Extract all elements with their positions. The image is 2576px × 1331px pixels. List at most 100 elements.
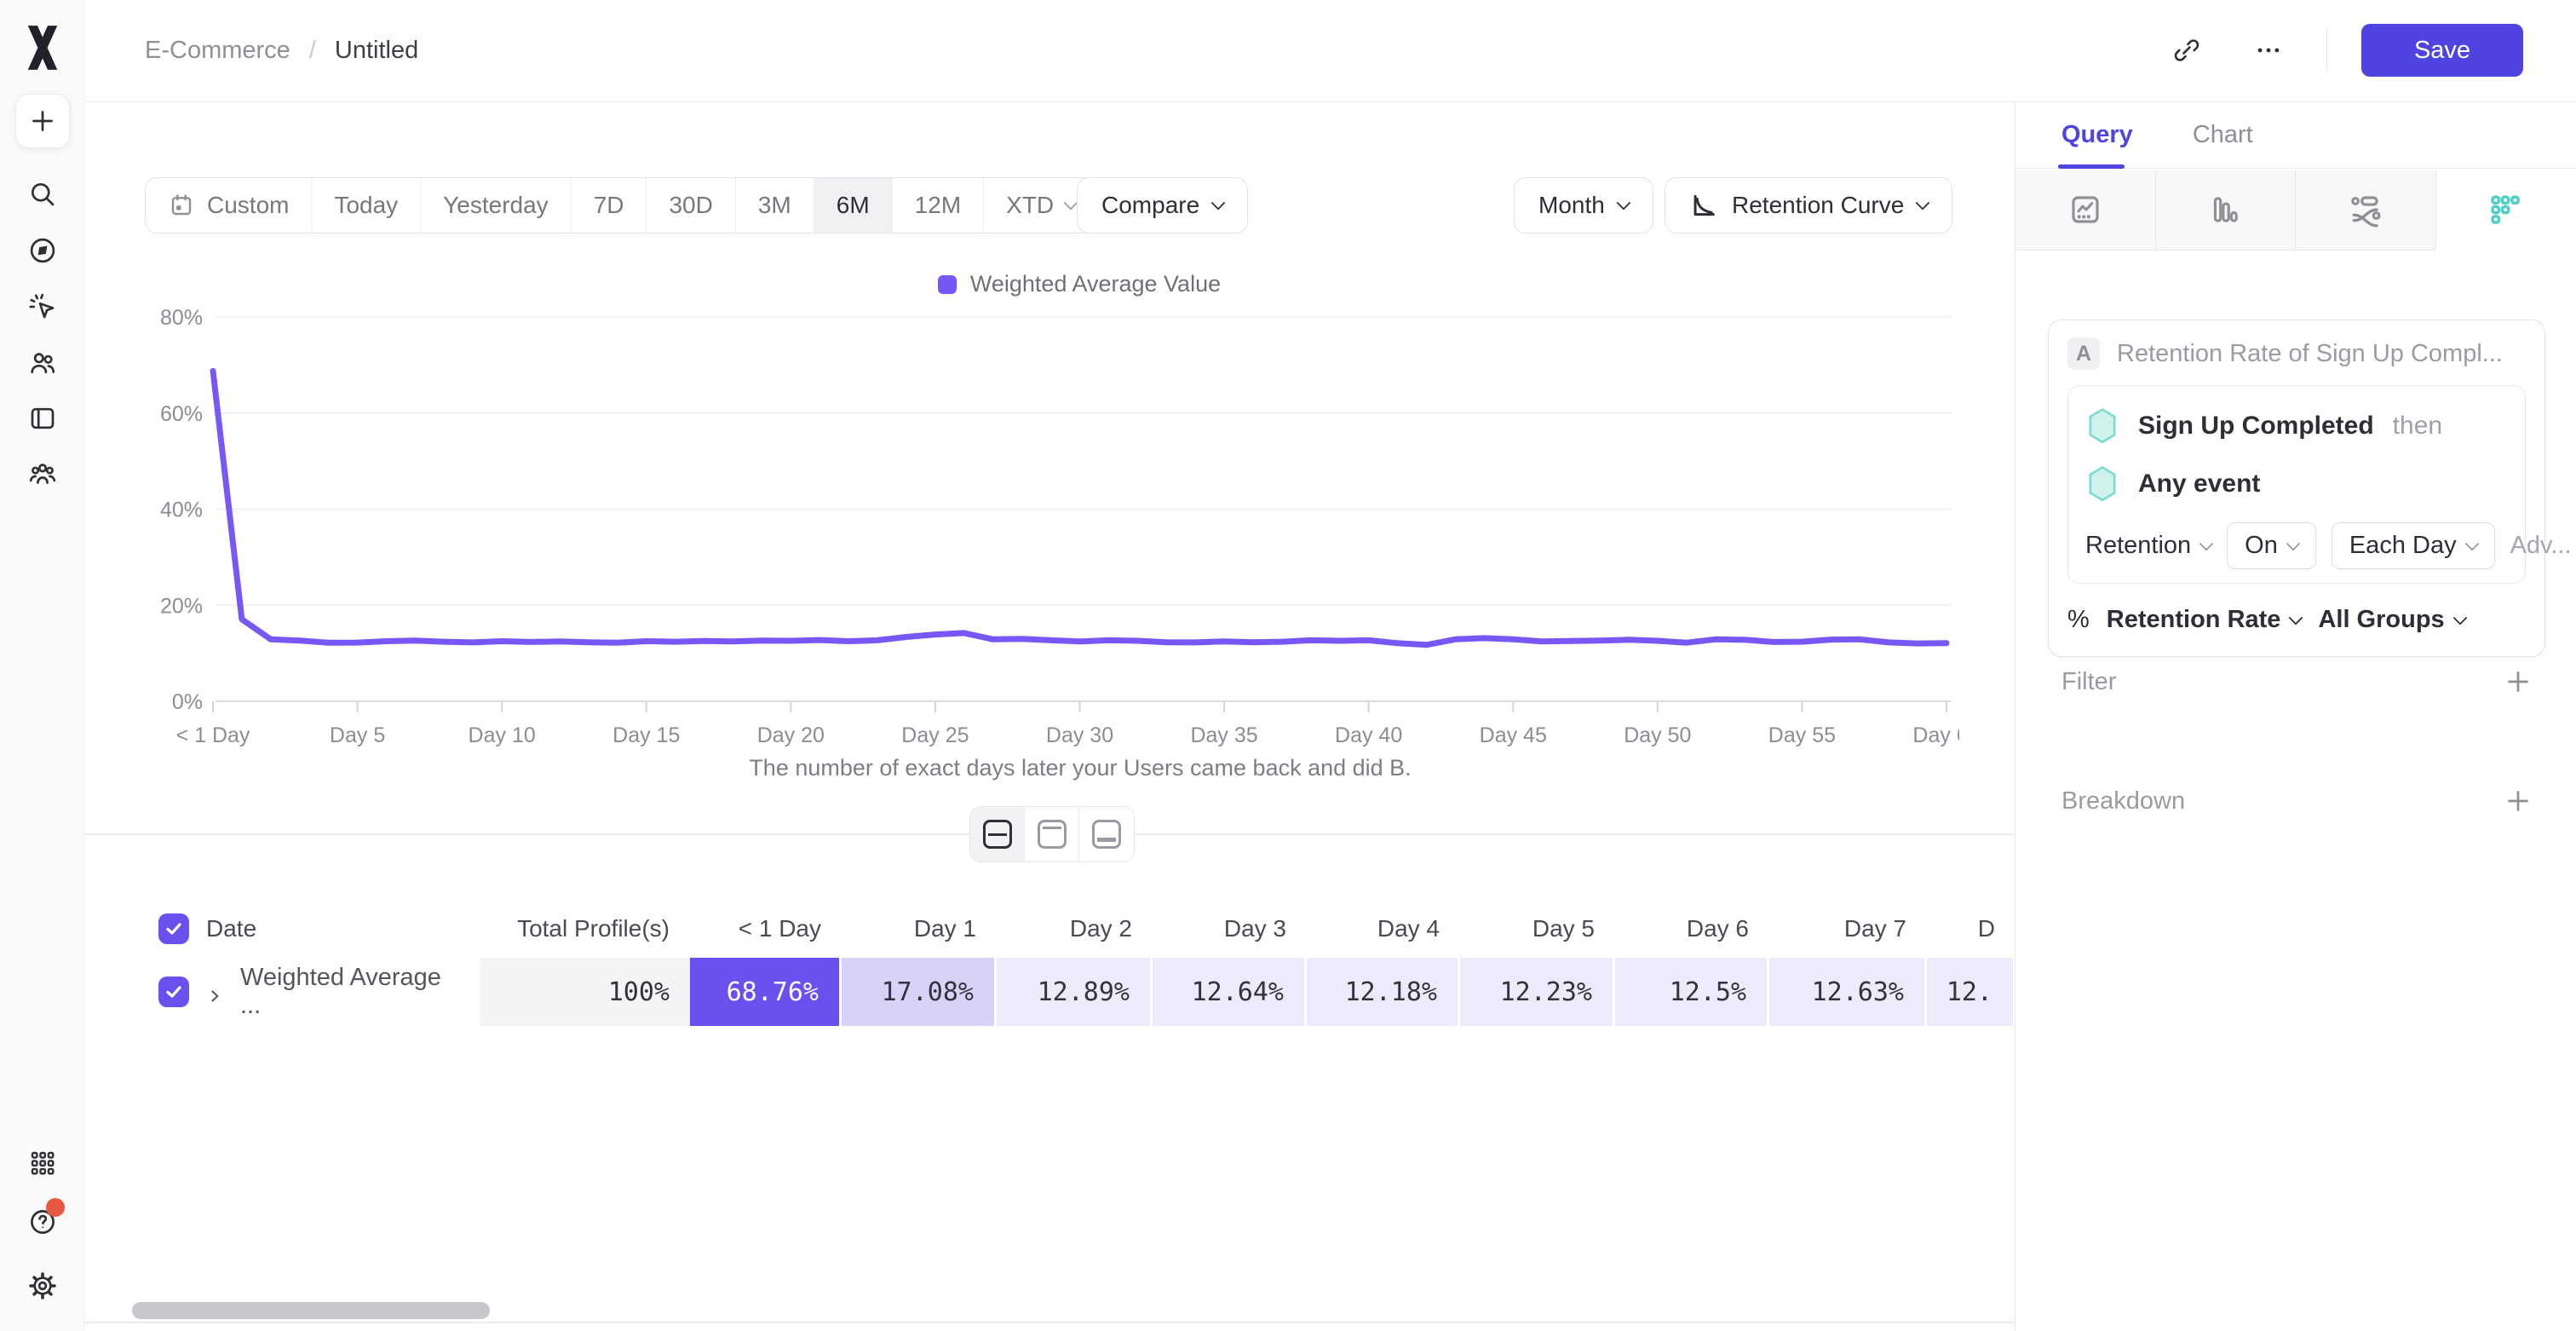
col-header-day-7: Day 7 bbox=[1769, 900, 1927, 958]
more-options-icon[interactable] bbox=[2245, 26, 2292, 74]
measure-dropdown[interactable]: Retention Rate bbox=[2107, 606, 2302, 634]
range-30d[interactable]: 30D bbox=[647, 178, 735, 233]
sidebar-group-icon[interactable] bbox=[15, 447, 70, 501]
return-event-row[interactable]: Any event bbox=[2085, 459, 2508, 509]
horizontal-scrollbar[interactable] bbox=[132, 1302, 490, 1319]
retention-cell[interactable]: 12.18% bbox=[1307, 958, 1460, 1026]
svg-text:20%: 20% bbox=[160, 594, 203, 618]
report-bars-icon[interactable] bbox=[2156, 170, 2297, 251]
legend-swatch bbox=[938, 275, 957, 294]
retention-dropdown[interactable]: Retention bbox=[2085, 532, 2211, 560]
col-header-d: D bbox=[1927, 900, 2015, 958]
retention-cell[interactable]: 12.23% bbox=[1460, 958, 1615, 1026]
event-hexagon-icon bbox=[2085, 407, 2119, 445]
col-header-total-profile-s-: Total Profile(s) bbox=[480, 900, 690, 958]
svg-text:< 1 Day: < 1 Day bbox=[176, 723, 250, 747]
svg-text:Day 25: Day 25 bbox=[901, 723, 969, 747]
filter-section: Filter bbox=[2015, 656, 2576, 707]
retention-cell[interactable]: 17.08% bbox=[842, 958, 997, 1026]
report-retention-dots-icon[interactable] bbox=[2436, 170, 2576, 251]
return-event-name: Any event bbox=[2138, 470, 2260, 498]
tab-query[interactable]: Query bbox=[2061, 102, 2133, 169]
chart-type-dropdown[interactable]: Retention Curve bbox=[1665, 177, 1952, 233]
report-insights-icon[interactable] bbox=[2015, 170, 2156, 251]
range-today[interactable]: Today bbox=[312, 178, 421, 233]
row-checkbox[interactable] bbox=[158, 977, 189, 1007]
select-all-checkbox[interactable] bbox=[158, 913, 189, 944]
range-6m[interactable]: 6M bbox=[814, 178, 893, 233]
measure-prefix: % bbox=[2067, 606, 2090, 634]
view-toggle-table-view[interactable] bbox=[1079, 807, 1134, 861]
sidebar-cursor-spark-icon[interactable] bbox=[15, 279, 70, 334]
on-dropdown[interactable]: On bbox=[2227, 522, 2316, 569]
filter-label: Filter bbox=[2061, 668, 2116, 696]
view-toggle-split-view[interactable] bbox=[970, 807, 1025, 861]
table-row[interactable]: Weighted Average ...100%68.76%17.08%12.8… bbox=[145, 958, 2015, 1026]
measure-label: Retention Rate bbox=[2107, 606, 2281, 634]
view-toggle-chart-view[interactable] bbox=[1025, 807, 1079, 861]
chart-type-label: Retention Curve bbox=[1732, 192, 1904, 219]
breadcrumb-workspace[interactable]: E-Commerce bbox=[145, 37, 290, 65]
breadcrumb-page-title[interactable]: Untitled bbox=[335, 37, 418, 65]
report-flows-icon[interactable] bbox=[2296, 170, 2436, 251]
range-custom[interactable]: Custom bbox=[146, 178, 312, 233]
chart-legend[interactable]: Weighted Average Value bbox=[168, 271, 1991, 297]
report-type-icons bbox=[2015, 170, 2576, 251]
range-7d[interactable]: 7D bbox=[572, 178, 647, 233]
series-title[interactable]: Retention Rate of Sign Up Compl... bbox=[2117, 340, 2503, 368]
series-badge: A bbox=[2067, 337, 2100, 370]
col-header-day-5: Day 5 bbox=[1460, 900, 1615, 958]
retention-cell[interactable]: 12. bbox=[1927, 958, 2015, 1026]
split-view-icon bbox=[983, 820, 1012, 849]
svg-text:Day 50: Day 50 bbox=[1624, 723, 1691, 747]
sidebar-search-icon[interactable] bbox=[15, 167, 70, 222]
header-actions: Save bbox=[2163, 0, 2524, 101]
sidebar-compass-icon[interactable] bbox=[15, 223, 70, 278]
chart-view-icon bbox=[1038, 820, 1067, 849]
sidebar-apps-grid-icon[interactable] bbox=[15, 1136, 70, 1190]
retention-line-chart[interactable]: 0%20%40%60%80%< 1 DayDay 5Day 10Day 15Da… bbox=[136, 300, 1959, 777]
adv--dropdown[interactable]: Adv... bbox=[2510, 532, 2576, 560]
sidebar-board-icon[interactable] bbox=[15, 391, 70, 446]
copy-link-icon[interactable] bbox=[2163, 26, 2211, 74]
retention-table: DateTotal Profile(s)< 1 DayDay 1Day 2Day… bbox=[145, 900, 2015, 1026]
range-yesterday[interactable]: Yesterday bbox=[421, 178, 572, 233]
retention-cell[interactable]: 100% bbox=[480, 958, 690, 1026]
top-header: E-Commerce / Untitled Save bbox=[85, 0, 2576, 102]
sidebar-plus-icon[interactable] bbox=[15, 94, 70, 148]
retention-cell[interactable]: 12.5% bbox=[1615, 958, 1769, 1026]
retention-cell[interactable]: 68.76% bbox=[690, 958, 842, 1026]
panel-tabs: Query Chart bbox=[2015, 102, 2576, 169]
add-filter-icon[interactable] bbox=[2503, 666, 2533, 697]
add-breakdown-icon[interactable] bbox=[2503, 786, 2533, 816]
col-header-day-4: Day 4 bbox=[1307, 900, 1460, 958]
header-divider bbox=[2326, 28, 2328, 72]
retention-cell[interactable]: 12.63% bbox=[1769, 958, 1927, 1026]
each-day-dropdown[interactable]: Each Day bbox=[2332, 522, 2495, 569]
groups-dropdown[interactable]: All Groups bbox=[2318, 606, 2464, 634]
sidebar-gear-icon[interactable] bbox=[15, 1259, 70, 1313]
sidebar-help-icon[interactable] bbox=[15, 1195, 70, 1249]
compare-dropdown[interactable]: Compare bbox=[1077, 177, 1248, 233]
measure-row: % Retention Rate All Groups bbox=[2067, 606, 2526, 634]
first-event-row[interactable]: Sign Up Completed then bbox=[2085, 401, 2508, 451]
compare-label: Compare bbox=[1101, 192, 1199, 219]
retention-cell[interactable]: 12.89% bbox=[997, 958, 1153, 1026]
tab-chart[interactable]: Chart bbox=[2193, 102, 2253, 169]
col-header-day-3: Day 3 bbox=[1153, 900, 1307, 958]
svg-text:Day 40: Day 40 bbox=[1335, 723, 1402, 747]
range-12m[interactable]: 12M bbox=[893, 178, 984, 233]
svg-text:Day 30: Day 30 bbox=[1046, 723, 1113, 747]
granularity-dropdown[interactable]: Month bbox=[1514, 177, 1653, 233]
retention-cell[interactable]: 12.64% bbox=[1153, 958, 1307, 1026]
sidebar-users-icon[interactable] bbox=[15, 336, 70, 390]
save-button[interactable]: Save bbox=[2361, 24, 2523, 77]
svg-text:Day 5: Day 5 bbox=[330, 723, 385, 747]
col-header-day-1: Day 1 bbox=[842, 900, 997, 958]
bottom-divider bbox=[85, 1322, 2015, 1323]
range-3m[interactable]: 3M bbox=[736, 178, 814, 233]
main-content: CustomTodayYesterday7D30D3M6M12MXTD Comp… bbox=[85, 102, 2015, 1331]
calendar-icon bbox=[168, 192, 195, 219]
breakdown-label: Breakdown bbox=[2061, 787, 2185, 815]
expand-caret-icon[interactable] bbox=[206, 983, 223, 1000]
